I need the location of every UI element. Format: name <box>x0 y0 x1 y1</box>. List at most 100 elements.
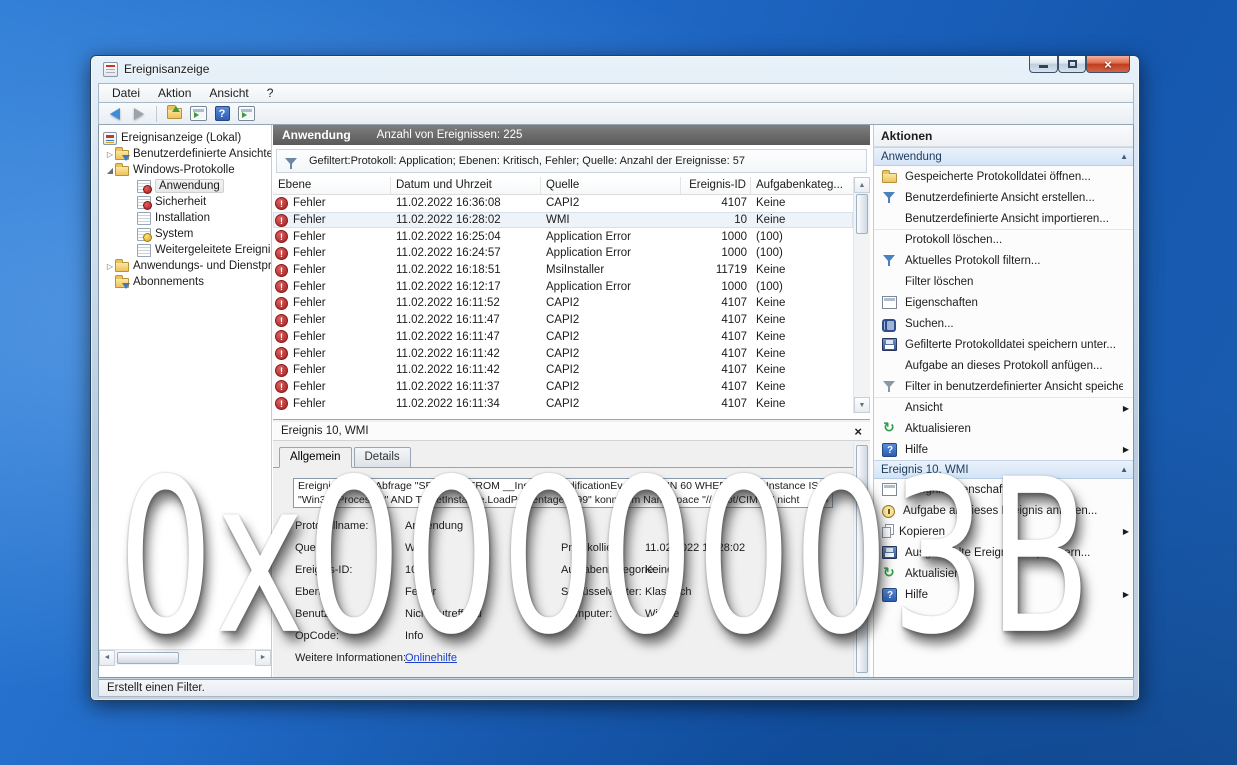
action-item[interactable]: Aufgabe an dieses Protokoll anfügen... ▶ <box>874 355 1133 376</box>
event-category: (100) <box>756 247 783 260</box>
event-source: CAPI2 <box>546 397 580 410</box>
event-row[interactable]: ! Fehler 11.02.2022 16:11:42 CAPI2 4107 K… <box>273 362 853 379</box>
event-row[interactable]: ! Fehler 11.02.2022 16:18:51 MsiInstaller… <box>273 262 853 279</box>
menu-aktion[interactable]: Aktion <box>149 84 200 102</box>
column-header-ebene[interactable]: Ebene <box>273 177 391 194</box>
action-item[interactable]: Aktuelles Protokoll filtern... ▶ <box>874 250 1133 271</box>
scrollbar-thumb[interactable] <box>117 651 179 664</box>
tree-horizontal-scrollbar[interactable]: ◄ ► <box>99 649 271 666</box>
event-message-box[interactable]: Ereignisfilter mit Abfrage "SELECT * FRO… <box>293 478 833 508</box>
close-button[interactable]: × <box>1086 56 1130 73</box>
tab-allgemein[interactable]: Allgemein <box>279 447 352 468</box>
message-scrollbar[interactable]: ▲ ▼ <box>820 479 832 507</box>
scrollbar-thumb[interactable] <box>856 194 868 234</box>
action-item[interactable]: Aufgabe an dieses Ereignis anfügen... ▶ <box>874 500 1133 521</box>
action-item[interactable]: Suchen... ▶ <box>874 313 1133 334</box>
refresh-icon <box>882 419 897 436</box>
scroll-up-icon[interactable]: ▲ <box>854 177 870 193</box>
online-help-link[interactable]: Onlinehilfe <box>405 652 457 664</box>
expander-collapsed-icon[interactable]: ▷ <box>105 150 115 159</box>
tree-item-benutzerdefinierte-ansichten[interactable]: ▷ Benutzerdefinierte Ansichten <box>105 146 271 162</box>
action-item[interactable]: Hilfe ▶ <box>874 439 1133 460</box>
actions-section-anwendung[interactable]: Anwendung ▲ <box>874 147 1133 166</box>
column-header-datum[interactable]: Datum und Uhrzeit <box>391 177 541 194</box>
tree-item-sicherheit[interactable]: Sicherheit <box>137 194 206 210</box>
collapse-section-icon[interactable]: ▲ <box>1120 465 1128 474</box>
open-saved-log-button[interactable] <box>164 105 184 123</box>
event-row[interactable]: ! Fehler 11.02.2022 16:11:47 CAPI2 4107 K… <box>273 312 853 329</box>
action-item[interactable]: Benutzerdefinierte Ansicht importieren..… <box>874 208 1133 229</box>
event-row[interactable]: ! Fehler 11.02.2022 16:25:04 Application … <box>273 228 853 245</box>
action-item[interactable]: Gespeicherte Protokolldatei öffnen... ▶ <box>874 166 1133 187</box>
tree-item-root[interactable]: Ereignisanzeige (Lokal) <box>103 130 241 146</box>
setup-log-icon <box>137 211 151 225</box>
action-item[interactable]: Kopieren ▶ <box>874 521 1133 542</box>
minimize-button[interactable] <box>1029 56 1058 73</box>
scroll-right-icon[interactable]: ► <box>255 649 271 666</box>
scroll-down-icon[interactable]: ▼ <box>854 397 870 413</box>
event-level: Fehler <box>293 197 326 210</box>
scrollbar-thumb[interactable] <box>856 445 868 673</box>
window-title: Ereignisanzeige <box>124 62 210 76</box>
event-row[interactable]: ! Fehler 11.02.2022 16:28:02 WMI 10 Keine <box>273 211 853 229</box>
action-item[interactable]: Ausgewählte Ereignisse speichern... ▶ <box>874 542 1133 563</box>
tree-item-anwendungs-und-dienstprotokolle[interactable]: ▷Anwendungs- und Dienstprotokolle <box>105 258 271 274</box>
menu-datei[interactable]: Datei <box>103 84 149 102</box>
event-row[interactable]: ! Fehler 11.02.2022 16:11:34 CAPI2 4107 K… <box>273 395 853 412</box>
event-row[interactable]: ! Fehler 11.02.2022 16:11:42 CAPI2 4107 K… <box>273 345 853 362</box>
tree-item-installation[interactable]: Installation <box>137 210 210 226</box>
action-item[interactable]: Gefilterte Protokolldatei speichern unte… <box>874 334 1133 355</box>
action-item[interactable]: Filter in benutzerdefinierter Ansicht sp… <box>874 376 1133 397</box>
tree-item-windows-protokolle[interactable]: ◢ Windows-Protokolle <box>105 162 235 178</box>
actions-section-ereignis-10-wmi[interactable]: Ereignis 10, WMI ▲ <box>874 460 1133 479</box>
field-label: Benutzer: <box>295 608 343 620</box>
action-item[interactable]: Filter löschen ▶ <box>874 271 1133 292</box>
event-datetime: 11.02.2022 16:28:02 <box>396 214 501 227</box>
action-item[interactable]: Aktualisieren ▶ <box>874 418 1133 439</box>
forward-button[interactable] <box>129 105 149 123</box>
event-row[interactable]: ! Fehler 11.02.2022 16:24:57 Application … <box>273 245 853 262</box>
scroll-down-icon[interactable]: ▼ <box>821 497 832 507</box>
event-datetime: 11.02.2022 16:24:57 <box>396 247 501 260</box>
event-row[interactable]: ! Fehler 11.02.2022 16:12:17 Application … <box>273 278 853 295</box>
event-count: Anzahl von Ereignissen: 225 <box>376 129 523 141</box>
scroll-up-icon[interactable]: ▲ <box>821 479 832 489</box>
event-viewer-window: Ereignisanzeige × Datei Aktion Ansicht ?… <box>90 55 1140 701</box>
details-scrollbar[interactable] <box>853 443 870 677</box>
column-header-aufgabenkategorie[interactable]: Aufgabenkateg... <box>751 177 853 194</box>
show-action-pane-button[interactable] <box>236 105 256 123</box>
event-row[interactable]: ! Fehler 11.02.2022 16:36:08 CAPI2 4107 K… <box>273 195 853 212</box>
action-item[interactable]: Eigenschaften ▶ <box>874 292 1133 313</box>
event-row[interactable]: ! Fehler 11.02.2022 16:11:52 CAPI2 4107 K… <box>273 295 853 312</box>
show-console-tree-button[interactable] <box>188 105 208 123</box>
forwarded-events-log-icon <box>137 243 151 257</box>
action-item[interactable]: Ereigniseigenschaften ▶ <box>874 479 1133 500</box>
tree-item-anwendung[interactable]: Anwendung <box>137 178 224 194</box>
action-item[interactable]: Protokoll löschen... ▶ <box>874 229 1133 250</box>
filter-icon <box>882 253 897 268</box>
collapse-section-icon[interactable]: ▲ <box>1120 152 1128 161</box>
tree-item-weitergeleitete-ereignisse[interactable]: Weitergeleitete Ereignisse <box>137 242 271 258</box>
expander-expanded-icon[interactable]: ◢ <box>105 166 115 175</box>
action-item[interactable]: Hilfe ▶ <box>874 584 1133 605</box>
tree-item-system[interactable]: System <box>137 226 193 242</box>
menu-ansicht[interactable]: Ansicht <box>200 84 257 102</box>
menu-hilfe[interactable]: ? <box>258 84 283 102</box>
column-header-quelle[interactable]: Quelle <box>541 177 681 194</box>
back-button[interactable] <box>105 105 125 123</box>
action-item[interactable]: Ansicht ▶ <box>874 397 1133 418</box>
action-item[interactable]: Aktualisieren ▶ <box>874 563 1133 584</box>
scroll-left-icon[interactable]: ◄ <box>99 649 115 666</box>
help-button[interactable]: ? <box>212 105 232 123</box>
tree-item-abonnements[interactable]: Abonnements <box>115 274 204 290</box>
event-list-scrollbar[interactable]: ▲ ▼ <box>853 177 870 413</box>
title-bar[interactable]: Ereignisanzeige × <box>91 56 1139 83</box>
column-header-ereignis-id[interactable]: Ereignis-ID <box>681 177 751 194</box>
restore-button[interactable] <box>1058 56 1086 73</box>
action-item[interactable]: Benutzerdefinierte Ansicht erstellen... … <box>874 187 1133 208</box>
expander-collapsed-icon[interactable]: ▷ <box>105 262 115 271</box>
details-close-icon[interactable]: × <box>854 424 862 439</box>
event-row[interactable]: ! Fehler 11.02.2022 16:11:47 CAPI2 4107 K… <box>273 329 853 346</box>
event-row[interactable]: ! Fehler 11.02.2022 16:11:37 CAPI2 4107 K… <box>273 379 853 396</box>
tab-details[interactable]: Details <box>353 447 411 468</box>
